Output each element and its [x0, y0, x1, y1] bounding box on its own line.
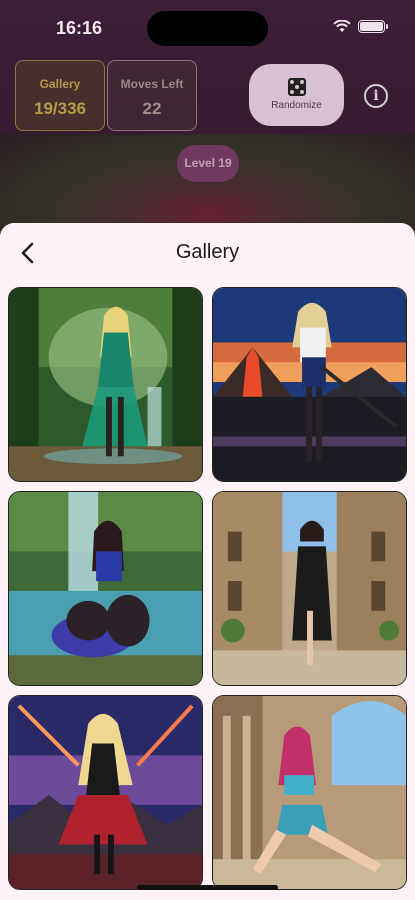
gallery-image-art	[213, 492, 406, 685]
gallery-image-art	[213, 288, 406, 481]
randomize-label: Randomize	[271, 100, 322, 111]
status-bar: 16:16	[0, 0, 415, 56]
level-badge: Level 19	[177, 145, 239, 182]
gallery-counter-value: 19/336	[34, 99, 86, 118]
randomize-button[interactable]: Randomize	[249, 64, 344, 126]
moves-left-counter: Moves Left 22	[107, 60, 197, 131]
gallery-image[interactable]	[212, 287, 407, 482]
battery-icon	[358, 20, 388, 33]
gallery-image[interactable]	[8, 287, 203, 482]
gallery-image-art	[9, 492, 202, 685]
dynamic-island	[147, 11, 268, 46]
moves-left-value: 22	[142, 99, 162, 118]
wifi-icon	[333, 20, 351, 32]
info-icon[interactable]: i	[364, 84, 388, 108]
gallery-image[interactable]	[212, 695, 407, 890]
gallery-image[interactable]	[8, 491, 203, 686]
dice-icon	[287, 78, 306, 96]
sheet-header: Gallery	[0, 223, 415, 285]
home-indicator[interactable]	[137, 885, 278, 890]
gallery-image-art	[9, 696, 202, 889]
sheet-title: Gallery	[175, 241, 240, 263]
gallery-counter-label: Gallery	[39, 77, 81, 91]
moves-left-label: Moves Left	[120, 77, 184, 91]
gallery-image[interactable]	[8, 695, 203, 890]
gallery-counter[interactable]: Gallery 19/336	[15, 60, 105, 131]
gallery-image-art	[9, 288, 202, 481]
status-icons	[333, 20, 388, 33]
gallery-image[interactable]	[212, 491, 407, 686]
status-time: 16:16	[56, 18, 103, 38]
gallery-image-art	[213, 696, 406, 889]
gallery-sheet: Gallery	[0, 223, 415, 900]
